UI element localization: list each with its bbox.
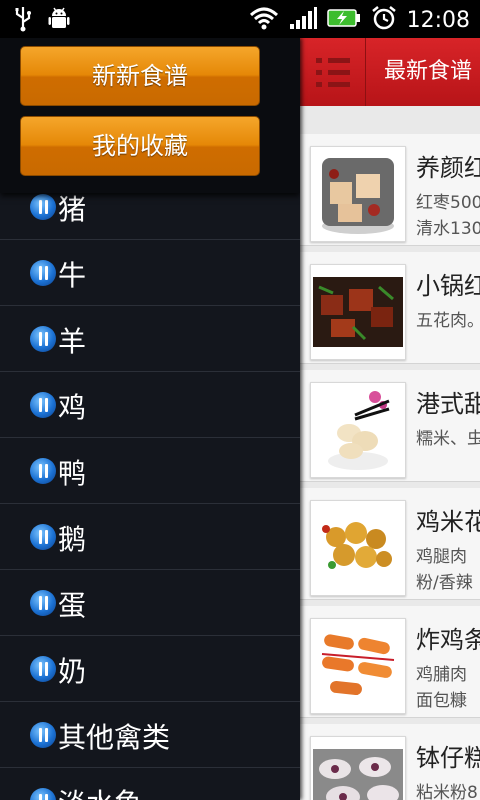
category-item[interactable]: 牛 — [0, 240, 300, 306]
category-icon — [30, 392, 56, 418]
title-bar: 最新食谱 — [300, 38, 480, 106]
recipe-desc: 鸡腿肉 粉/香辣 — [416, 547, 473, 593]
recipe-item[interactable]: 钵仔糕 粘米粉8 — [300, 724, 480, 800]
status-bar: 12:08 — [0, 0, 480, 38]
recipe-thumbnail — [310, 264, 406, 360]
recipe-name: 炸鸡条 — [416, 626, 480, 654]
category-icon — [30, 722, 56, 748]
recipe-name: 小锅红 — [416, 272, 480, 300]
clock: 12:08 — [406, 7, 470, 33]
category-icon — [30, 590, 56, 616]
recipe-thumbnail — [310, 736, 406, 800]
recipe-item[interactable]: 炸鸡条 鸡脯肉 面包糠 — [300, 606, 480, 718]
recipe-thumbnail — [310, 382, 406, 478]
category-item[interactable]: 鸡 — [0, 372, 300, 438]
recipe-thumbnail — [310, 618, 406, 714]
recipe-name: 鸡米花 — [416, 508, 480, 536]
category-label: 蛋 — [58, 589, 87, 622]
category-icon — [30, 458, 56, 484]
recipe-name: 钵仔糕 — [416, 744, 480, 772]
category-label: 鸭 — [58, 457, 87, 490]
category-item[interactable]: 蛋 — [0, 570, 300, 636]
category-label: 淡水鱼 — [58, 782, 142, 800]
recipe-item[interactable]: 养颜红 红枣500 清水130 — [300, 134, 480, 246]
category-item[interactable]: 奶 — [0, 636, 300, 702]
new-recipes-button[interactable]: 新新食谱 — [20, 46, 260, 106]
category-label: 鹅 — [58, 523, 87, 556]
recipe-desc: 五花肉。 — [416, 311, 480, 331]
page-title: 最新食谱 — [384, 59, 473, 84]
menu-icon — [315, 57, 350, 63]
category-label: 奶 — [58, 655, 87, 688]
main-panel: 最新食谱 养颜红 红枣500 清水130 小锅红 五花肉。 港式甜 糯米、虫 鸡… — [300, 38, 480, 800]
category-icon — [30, 326, 56, 352]
recipe-desc: 红枣500 清水130 — [416, 193, 480, 239]
recipe-desc: 糯米、虫 — [416, 429, 480, 449]
recipe-thumbnail — [310, 146, 406, 242]
category-label: 牛 — [58, 259, 87, 292]
category-label: 猪 — [58, 193, 87, 226]
category-label: 鸡 — [58, 391, 87, 424]
category-icon — [30, 260, 56, 286]
recipe-item[interactable]: 港式甜 糯米、虫 — [300, 370, 480, 482]
category-label: 其他禽类 — [58, 721, 171, 754]
category-icon — [30, 194, 56, 220]
category-item[interactable]: 羊 — [0, 306, 300, 372]
recipe-name: 港式甜 — [416, 390, 480, 418]
usb-icon — [14, 6, 32, 36]
recipe-thumbnail — [310, 500, 406, 596]
recipe-item[interactable]: 鸡米花 鸡腿肉 粉/香辣 — [300, 488, 480, 600]
signal-icon — [289, 6, 317, 34]
recipe-desc: 鸡脯肉 面包糠 — [416, 665, 467, 711]
recipe-desc: 粘米粉8 — [416, 783, 478, 800]
category-icon — [30, 788, 56, 800]
side-drawer: 新新食谱 我的收藏 猪 牛 羊 鸡 鸭 鹅 蛋 奶 其他禽类 淡水鱼 — [0, 38, 300, 800]
favorites-button[interactable]: 我的收藏 — [20, 116, 260, 176]
category-item[interactable]: 鸭 — [0, 438, 300, 504]
battery-charging-icon — [326, 8, 361, 32]
wifi-icon — [249, 6, 279, 34]
category-item[interactable]: 淡水鱼 — [0, 768, 300, 800]
alarm-icon — [371, 5, 397, 35]
category-label: 羊 — [58, 325, 87, 358]
menu-button[interactable] — [300, 38, 366, 106]
drawer-header: 新新食谱 我的收藏 — [0, 38, 300, 193]
recipe-item[interactable]: 小锅红 五花肉。 — [300, 252, 480, 364]
recipe-name: 养颜红 — [416, 154, 480, 182]
category-item[interactable]: 其他禽类 — [0, 702, 300, 768]
category-item[interactable]: 鹅 — [0, 504, 300, 570]
category-icon — [30, 656, 56, 682]
category-icon — [30, 524, 56, 550]
android-debug-icon — [48, 6, 70, 36]
